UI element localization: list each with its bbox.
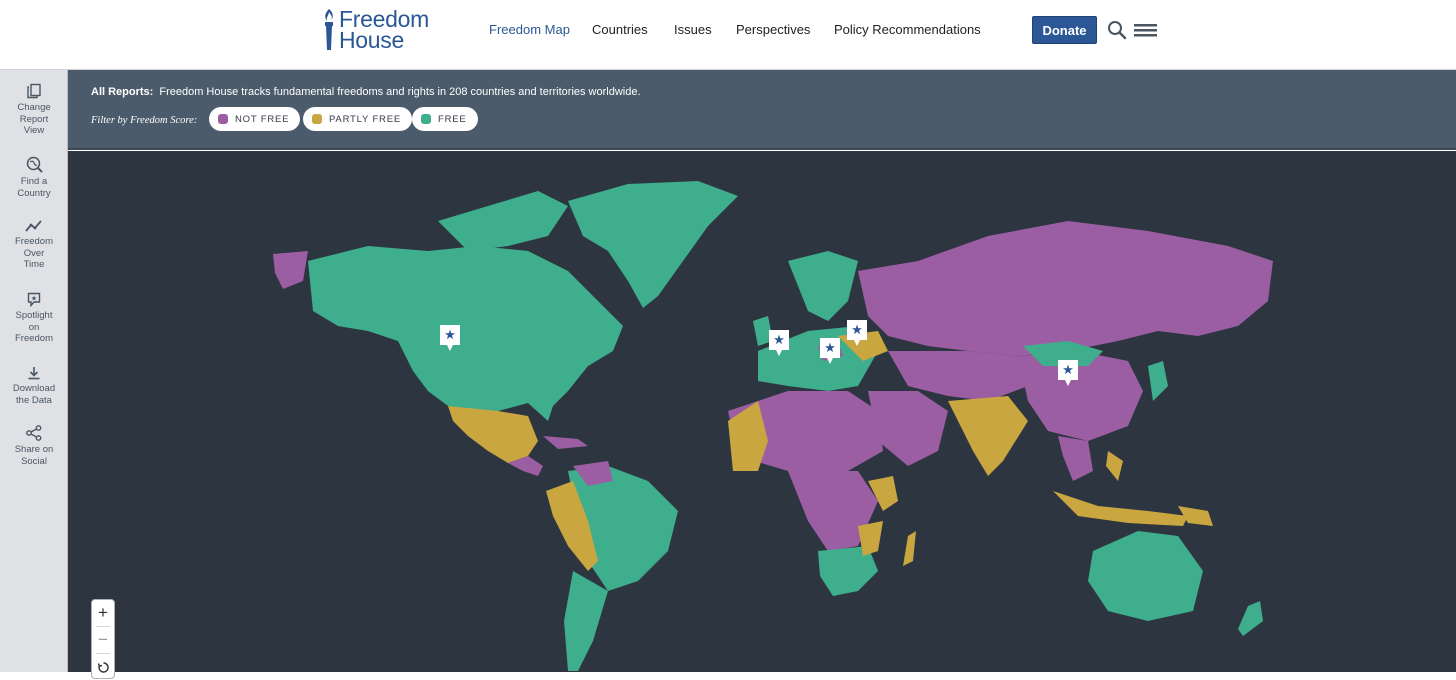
- copy-icon: [27, 83, 41, 99]
- region-north-america[interactable]: [308, 246, 623, 421]
- region-russia[interactable]: [858, 221, 1273, 356]
- region-india[interactable]: [948, 396, 1028, 476]
- share-icon: [26, 425, 42, 441]
- filter-label: Filter by Freedom Score:: [91, 115, 198, 126]
- reset-view-button[interactable]: [92, 654, 114, 680]
- filter-option-label: PARTLY FREE: [329, 113, 401, 125]
- logo-wordmark: Freedom House: [339, 8, 429, 53]
- nav-policy-recommendations[interactable]: Policy Recommendations: [834, 22, 981, 37]
- region-philippines[interactable]: [1106, 451, 1123, 481]
- report-filter-bar: All Reports: Freedom House tracks fundame…: [68, 70, 1456, 150]
- freedom-house-logo[interactable]: Freedom House: [322, 6, 432, 54]
- filter-option-label: NOT FREE: [235, 113, 290, 125]
- region-southern-cone[interactable]: [564, 571, 608, 671]
- sidebar-label: Freedom Over Time: [14, 236, 53, 270]
- sidebar-label: Find a Country: [17, 176, 51, 199]
- not-free-swatch: [218, 114, 228, 124]
- map-zoom-controls: + −: [91, 599, 115, 679]
- filter-not-free[interactable]: NOT FREE: [209, 107, 301, 131]
- search-icon[interactable]: [1107, 20, 1127, 40]
- logo-line-2: House: [339, 27, 404, 53]
- sidebar-share-on-social[interactable]: Share on Social: [0, 425, 68, 467]
- reports-description: All Reports: Freedom House tracks fundame…: [91, 86, 641, 98]
- sidebar-label: Download the Data: [12, 383, 56, 406]
- sidebar-label: Spotlight on Freedom: [14, 310, 53, 344]
- free-swatch: [421, 114, 431, 124]
- globe-search-icon: [26, 156, 42, 173]
- donate-button[interactable]: Donate: [1032, 16, 1097, 44]
- region-japan[interactable]: [1148, 361, 1168, 401]
- nav-countries[interactable]: Countries: [592, 22, 648, 37]
- region-mexico[interactable]: [448, 406, 538, 463]
- sidebar-download-the-data[interactable]: Download the Data: [0, 366, 68, 406]
- sidebar-spotlight-on-freedom[interactable]: Spotlight on Freedom: [0, 292, 68, 345]
- region-canada-arctic[interactable]: [438, 191, 568, 251]
- partly-free-swatch: [312, 114, 322, 124]
- torch-icon: [325, 9, 333, 50]
- filter-free[interactable]: FREE: [412, 107, 478, 131]
- region-new-zealand[interactable]: [1238, 601, 1263, 636]
- region-madagascar[interactable]: [903, 531, 916, 566]
- region-greenland[interactable]: [568, 181, 738, 308]
- nav-perspectives[interactable]: Perspectives: [736, 22, 810, 37]
- reports-label: All Reports:: [91, 86, 154, 98]
- trend-line-icon: [25, 220, 42, 232]
- filter-option-label: FREE: [438, 113, 467, 125]
- sidebar-label: Change Report View: [17, 102, 51, 136]
- region-indonesia[interactable]: [1053, 491, 1188, 526]
- nav-freedom-map[interactable]: Freedom Map: [489, 22, 570, 37]
- hamburger-menu-icon[interactable]: [1134, 22, 1158, 38]
- region-alaska[interactable]: [273, 251, 308, 289]
- region-scandinavia[interactable]: [788, 251, 858, 321]
- world-map-svg[interactable]: [68, 151, 1456, 672]
- sidebar-find-a-country[interactable]: Find a Country: [0, 156, 68, 199]
- site-header: Freedom House Freedom Map Countries Issu…: [0, 0, 1456, 70]
- region-australia[interactable]: [1088, 531, 1203, 621]
- download-icon: [28, 367, 40, 380]
- tool-sidebar: Change Report View Find a Country Freedo…: [0, 70, 68, 672]
- region-caribbean[interactable]: [543, 436, 588, 449]
- sidebar-freedom-over-time[interactable]: Freedom Over Time: [0, 219, 68, 271]
- sidebar-change-report-view[interactable]: Change Report View: [0, 83, 68, 137]
- zoom-out-button[interactable]: −: [92, 627, 114, 653]
- world-freedom-map[interactable]: [68, 151, 1456, 672]
- region-southeast-asia[interactable]: [1058, 436, 1093, 481]
- nav-issues[interactable]: Issues: [674, 22, 712, 37]
- zoom-in-button[interactable]: +: [92, 600, 114, 626]
- reports-text: Freedom House tracks fundamental freedom…: [159, 86, 641, 98]
- spotlight-icon: [27, 292, 41, 307]
- filter-partly-free[interactable]: PARTLY FREE: [303, 107, 412, 131]
- sidebar-label: Share on Social: [14, 444, 54, 467]
